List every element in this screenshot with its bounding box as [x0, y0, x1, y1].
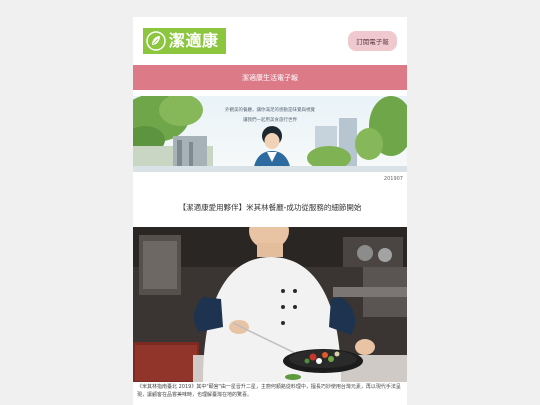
brand-logo[interactable]: 潔適康: [143, 28, 226, 54]
hero-caption: 外觀美的餐廳，讓你滿足的感動是味覺與視覺 讓我們一起用美食旅行世界: [207, 106, 333, 126]
article-title-link[interactable]: 【潔適康愛用夥伴】米其林餐廳-成功從服務的細節開始: [133, 202, 407, 213]
article-image[interactable]: [133, 227, 407, 382]
issue-date: 201907: [383, 176, 403, 182]
hero-line-1: 外觀美的餐廳，讓你滿足的感動是味覺與視覺: [225, 108, 315, 113]
newsletter-header: 潔適康 訂閱電子報: [133, 17, 407, 65]
hero-image: 外觀美的餐廳，讓你滿足的感動是味覺與視覺 讓我們一起用美食旅行世界: [133, 96, 407, 172]
leaf-logo-icon: [146, 31, 166, 51]
article-body: 《米其林指南臺北 2019》其中"頤宮"由一星晉升二星，主廚何順銘從料理中，擅長…: [137, 384, 401, 398]
newsletter-banner: 潔適康生活電子報: [133, 65, 407, 90]
logo-text: 潔適康: [169, 31, 219, 50]
newsletter-container: 潔適康 訂閱電子報 潔適康生活電子報 外觀美的餐廳，讓你滿足的感動是味覺與視覺 …: [133, 17, 407, 405]
hero-line-2: 讓我們一起用美食旅行世界: [243, 118, 297, 123]
subscribe-button[interactable]: 訂閱電子報: [348, 31, 397, 51]
